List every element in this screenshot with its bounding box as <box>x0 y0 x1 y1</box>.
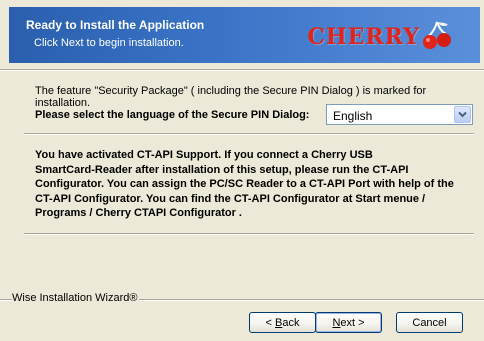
brand-wordmark: CHERRY <box>307 24 420 50</box>
back-button-rest: ack <box>282 316 300 329</box>
header-title: Ready to Install the Application <box>26 18 205 32</box>
ctapi-line: SmartCard-Reader after installation of t… <box>35 163 409 176</box>
installer-window: Ready to Install the Application Click N… <box>0 0 484 341</box>
chevron-down-icon <box>458 111 467 118</box>
header-banner: Ready to Install the Application Click N… <box>9 7 480 63</box>
header-subtitle: Click Next to begin installation. <box>34 37 184 49</box>
ctapi-line: You have activated CT-API Support. If yo… <box>35 149 373 161</box>
language-selected-value: English <box>333 109 373 123</box>
ctapi-line: Programs / Cherry CTAPI Configurator . <box>35 207 242 219</box>
ctapi-info: You have activated CT-API Support. If yo… <box>35 148 455 221</box>
content-separator-1 <box>24 133 474 135</box>
back-button[interactable]: < Back <box>249 312 316 333</box>
ctapi-line: Configurator. You can assign the PC/SC R… <box>35 178 454 190</box>
language-dropdown-button[interactable] <box>454 106 471 123</box>
content-separator-2 <box>24 233 474 235</box>
cancel-button[interactable]: Cancel <box>396 312 463 333</box>
language-label: Please select the language of the Secure… <box>35 109 310 121</box>
cherry-logo-icon <box>423 21 451 49</box>
header-separator <box>0 69 484 71</box>
next-button-rest: ext > <box>340 316 365 329</box>
language-dropdown[interactable]: English <box>326 104 473 125</box>
next-button[interactable]: Next > <box>315 312 382 333</box>
brand-logo: CHERRY <box>307 19 452 55</box>
ctapi-line: CT-API Configurator. You can find the CT… <box>35 192 426 205</box>
next-button-mnemonic: N <box>332 316 341 329</box>
wizard-brand-label: Wise Installation Wizard® <box>12 292 140 304</box>
back-button-mnemonic: B <box>275 316 283 329</box>
back-button-prefix: < <box>265 316 275 329</box>
